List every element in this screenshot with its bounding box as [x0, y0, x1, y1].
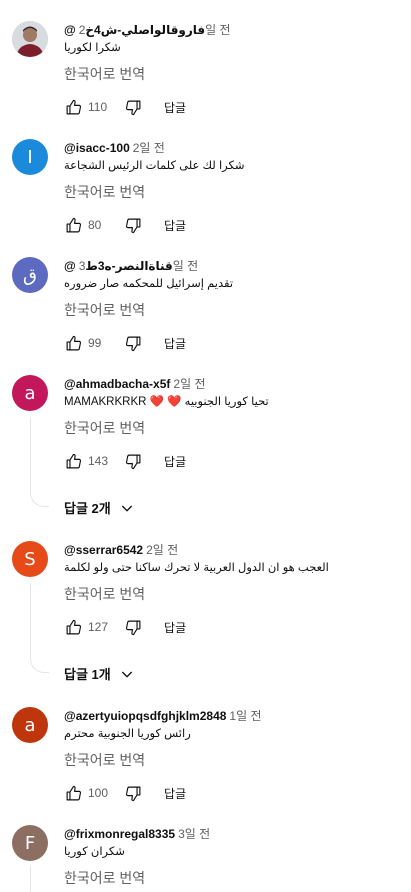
avatar[interactable]: a: [12, 707, 48, 743]
like-count: 100: [88, 786, 109, 800]
like-count: 110: [88, 100, 108, 114]
comment-author[interactable]: @sserrar6542: [64, 543, 143, 557]
thumbs-down-icon: [125, 100, 140, 115]
reply-button[interactable]: 답글: [164, 619, 186, 636]
chevron-down-icon: [121, 671, 132, 678]
thumbs-up-icon: [66, 335, 81, 350]
comment-author[interactable]: @فاروقالواصلي-ش4خ: [64, 23, 205, 37]
reply-button[interactable]: 답글: [164, 335, 186, 352]
comment-time[interactable]: 3일 전: [178, 827, 210, 841]
avatar[interactable]: a: [12, 375, 48, 411]
thread-line: [30, 418, 31, 490]
replies-count-label: 답글 2개: [64, 501, 111, 516]
comment-actions: 80 답글: [64, 215, 186, 235]
like-button[interactable]: [64, 784, 82, 802]
chevron-down-icon: [121, 505, 132, 512]
translate-link[interactable]: 한국어로 번역: [64, 418, 145, 438]
like-button[interactable]: [64, 216, 82, 234]
translate-link[interactable]: 한국어로 번역: [64, 64, 145, 84]
like-count: 99: [88, 336, 102, 350]
translate-link[interactable]: 한국어로 번역: [64, 584, 145, 604]
thread-line: [30, 490, 49, 507]
thread-line: [30, 866, 31, 892]
comment-text: شكران كوريا: [64, 846, 125, 858]
dislike-button[interactable]: [124, 334, 142, 352]
comment-text: رائس كوريا الجنوبية محترم: [64, 728, 191, 740]
thumbs-up-icon: [66, 619, 81, 634]
thumbs-down-icon: [125, 620, 140, 635]
comment-time[interactable]: 2일 전: [146, 543, 178, 557]
comment-text: شكرا لك على كلمات الرئيس الشجاعة: [64, 160, 245, 172]
reply-button[interactable]: 답글: [164, 99, 186, 116]
thumbs-down-icon: [125, 786, 140, 801]
comment-author[interactable]: @azertyuiopqsdfghjklm2848: [64, 709, 226, 723]
comment-text: تحيا كوريا الجنوبيه ❤️ ❤️ MAMAKRKRKR: [64, 396, 269, 408]
comment-text: العجب هو ان الدول العربية لا تحرك ساكنا …: [64, 562, 329, 574]
dislike-button[interactable]: [124, 452, 142, 470]
dislike-button[interactable]: [124, 618, 142, 636]
user-photo-icon: [12, 21, 48, 57]
reply-button[interactable]: 답글: [164, 217, 186, 234]
thumbs-down-icon: [125, 218, 140, 233]
view-replies-button[interactable]: 답글 1개: [64, 664, 135, 683]
comment-text: شكرا لكوريا: [64, 42, 121, 54]
thread-line: [30, 584, 31, 656]
comment-actions: 127 답글: [64, 617, 186, 637]
dislike-button[interactable]: [124, 216, 142, 234]
thread-line: [30, 656, 49, 673]
like-count: 143: [88, 454, 109, 468]
comment-time[interactable]: 2일 전: [133, 141, 165, 155]
comment-actions: 99 답글: [64, 333, 186, 353]
comment-author[interactable]: @isacc-100: [64, 141, 130, 155]
reply-button[interactable]: 답글: [164, 785, 186, 802]
translate-link[interactable]: 한국어로 번역: [64, 182, 145, 202]
like-button[interactable]: [64, 98, 82, 116]
comment-actions: 110 답글: [64, 97, 186, 117]
dislike-button[interactable]: [124, 98, 142, 116]
comment-time[interactable]: 2일 전: [173, 377, 205, 391]
translate-link[interactable]: 한국어로 번역: [64, 300, 145, 320]
comment-actions: 100 답글: [64, 783, 186, 803]
translate-link[interactable]: 한국어로 번역: [64, 750, 145, 770]
avatar[interactable]: [12, 21, 48, 57]
comment-actions: 143 답글: [64, 451, 186, 471]
translate-link[interactable]: 한국어로 번역: [64, 868, 145, 888]
comment-author[interactable]: @frixmonregal8335: [64, 827, 175, 841]
avatar[interactable]: S: [12, 541, 48, 577]
thumbs-up-icon: [66, 217, 81, 232]
comment-time[interactable]: 1일 전: [229, 709, 261, 723]
avatar[interactable]: ق: [12, 257, 48, 293]
thumbs-up-icon: [66, 785, 81, 800]
view-replies-button[interactable]: 답글 2개: [64, 498, 135, 517]
avatar[interactable]: F: [12, 825, 48, 861]
like-button[interactable]: [64, 334, 82, 352]
avatar[interactable]: I: [12, 139, 48, 175]
comment-text: تقديم إسرائيل للمحكمه صار ضروره: [64, 278, 234, 290]
like-button[interactable]: [64, 452, 82, 470]
comment-author[interactable]: @ahmadbacha-x5f: [64, 377, 170, 391]
dislike-button[interactable]: [124, 784, 142, 802]
thumbs-down-icon: [125, 336, 140, 351]
like-count: 127: [88, 620, 109, 634]
reply-button[interactable]: 답글: [164, 453, 186, 470]
like-count: 80: [88, 218, 102, 232]
replies-count-label: 답글 1개: [64, 667, 111, 682]
thumbs-down-icon: [125, 454, 140, 469]
thumbs-up-icon: [66, 99, 81, 114]
thumbs-up-icon: [66, 453, 81, 468]
like-button[interactable]: [64, 618, 82, 636]
